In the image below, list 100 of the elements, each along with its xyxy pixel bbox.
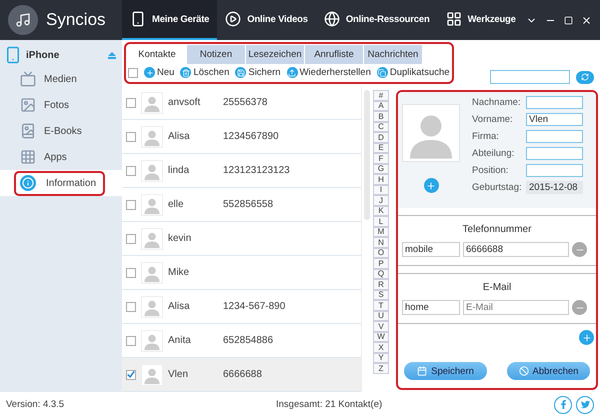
letter-index[interactable]: A (373, 100, 389, 111)
tab[interactable]: Anrufliste (305, 45, 364, 64)
remove-icon[interactable] (572, 300, 587, 315)
letter-index[interactable]: M (373, 226, 389, 237)
sidebar-item[interactable]: Fotos (0, 92, 122, 118)
letter-index[interactable]: Q (373, 268, 389, 279)
contact-name: Alisa (168, 301, 191, 312)
input-field[interactable]: 6666688 (463, 242, 569, 257)
contact-name: Mike (168, 267, 190, 278)
sidebar-item[interactable]: Information (0, 170, 122, 196)
letter-index[interactable]: Z (373, 363, 389, 374)
tab[interactable]: Nachrichten (364, 45, 423, 64)
sidebar-item[interactable]: E-Books (0, 118, 122, 144)
plus-icon (144, 67, 155, 78)
facebook-icon[interactable] (554, 396, 572, 414)
nav-tab[interactable]: Meine Geräte (122, 0, 218, 40)
checkbox[interactable] (126, 166, 136, 176)
letter-index[interactable]: W (373, 332, 389, 342)
checkbox[interactable] (126, 200, 136, 210)
contact-name: Alisa (168, 131, 191, 142)
picture-icon (20, 97, 36, 113)
sidebar-item[interactable]: Medien (0, 66, 122, 92)
letter-index[interactable]: R (373, 279, 389, 290)
letter-index[interactable]: B (373, 111, 389, 122)
letter-index[interactable]: V (373, 321, 389, 332)
nav-tab[interactable]: Online Videos (217, 0, 316, 40)
input-field[interactable] (526, 130, 583, 143)
search-field[interactable] (490, 70, 570, 84)
letter-index[interactable]: G (373, 164, 389, 174)
type-field[interactable]: home (402, 300, 460, 315)
letter-index[interactable]: P (373, 258, 389, 268)
avatar-icon (141, 262, 163, 284)
phone-icon (4, 46, 22, 64)
toolbar-button[interactable]: Sichern (235, 67, 281, 78)
letter-index[interactable]: U (373, 310, 389, 321)
letter-index[interactable]: E (373, 142, 389, 153)
letter-index[interactable]: I (373, 184, 389, 195)
input-field[interactable] (526, 96, 583, 109)
letter-index[interactable]: C (373, 122, 389, 132)
device-name[interactable]: iPhone (26, 50, 104, 60)
input-field[interactable] (526, 164, 583, 177)
globe-icon (324, 11, 340, 27)
tab[interactable]: Notizen (187, 45, 246, 64)
type-field[interactable]: mobile (402, 242, 460, 257)
contact-row[interactable]: Vlen 6666688 (122, 358, 361, 392)
letter-index[interactable]: D (373, 132, 389, 142)
maximize-icon[interactable] (564, 16, 573, 24)
checkmark-icon (127, 370, 135, 379)
letter-index[interactable]: X (373, 342, 389, 352)
refresh-icon[interactable] (576, 70, 594, 84)
add-photo-icon[interactable] (424, 178, 438, 193)
letter-index[interactable]: J (373, 195, 389, 206)
toolbar-button[interactable]: Neu (144, 67, 174, 78)
tab[interactable]: Lesezeichen (246, 45, 305, 64)
input-field[interactable]: 2015-12-08 (526, 181, 583, 194)
checkbox[interactable] (126, 336, 136, 346)
contact-photo-placeholder (402, 104, 460, 162)
letter-index[interactable]: L (373, 216, 389, 226)
letter-index[interactable]: T (373, 300, 389, 310)
action-button[interactable]: Abbrechen (507, 362, 590, 380)
tv-icon (20, 71, 36, 87)
contact-phone: 6666688 (223, 369, 262, 380)
twitter-icon[interactable] (576, 396, 594, 414)
input-field[interactable]: Vlen (526, 113, 583, 126)
letter-index[interactable]: O (373, 248, 389, 258)
checkbox[interactable] (126, 132, 136, 142)
nav-tab[interactable]: Online-Ressourcen (316, 0, 438, 40)
toolbar-button[interactable]: Wiederherstellen (286, 67, 371, 78)
checkbox[interactable] (126, 370, 136, 380)
remove-icon[interactable] (572, 242, 587, 257)
field-label: Vorname: (472, 114, 514, 125)
add-icon[interactable] (579, 330, 594, 345)
checkbox[interactable] (126, 234, 136, 244)
letter-index[interactable]: F (373, 153, 389, 164)
nav-tab[interactable]: Werkzeuge (438, 0, 524, 40)
close-icon[interactable] (581, 14, 592, 26)
input-field[interactable]: E-Mail (463, 300, 569, 315)
toolbar-button[interactable]: Löschen (180, 67, 230, 78)
avatar-icon (141, 228, 163, 250)
letter-index[interactable]: K (373, 206, 389, 216)
checkbox[interactable] (126, 302, 136, 312)
input-field[interactable] (526, 147, 583, 160)
field-label: Nachname: (472, 97, 522, 108)
checkbox[interactable] (126, 268, 136, 278)
app-title: Syncios (46, 10, 106, 30)
letter-index[interactable]: Y (373, 352, 389, 363)
section-title: E-Mail (482, 282, 512, 293)
letter-index[interactable]: # (373, 90, 389, 100)
select-all-checkbox[interactable] (128, 68, 138, 78)
action-button[interactable]: Speichern (404, 362, 487, 380)
eject-icon[interactable] (108, 52, 116, 58)
sidebar-item[interactable]: Apps (0, 144, 122, 170)
letter-index[interactable]: H (373, 174, 389, 184)
contact-phone: 25556378 (223, 97, 268, 108)
cancel-icon (518, 366, 529, 376)
toolbar-button[interactable]: Duplikatsuche (376, 67, 450, 78)
apps-icon (20, 149, 36, 165)
checkbox[interactable] (126, 98, 136, 108)
letter-index[interactable]: S (373, 290, 389, 300)
letter-index[interactable]: N (373, 237, 389, 248)
